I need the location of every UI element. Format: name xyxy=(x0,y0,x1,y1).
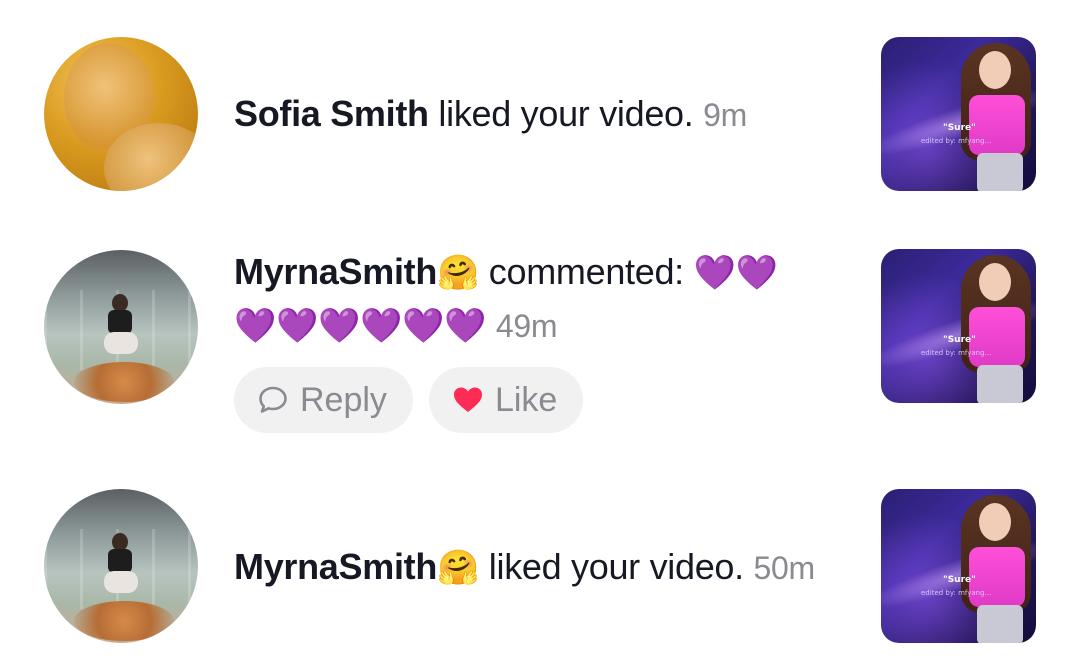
like-button[interactable]: Like xyxy=(428,367,584,433)
video-thumbnail[interactable]: "Sure" edited by: mfyang... xyxy=(881,249,1036,403)
comment-actions: Reply Like xyxy=(234,367,584,433)
reply-label: Reply xyxy=(300,380,387,419)
avatar-legs xyxy=(104,332,138,354)
timestamp: 49m xyxy=(495,308,558,344)
action-text: commented: xyxy=(488,251,684,292)
avatar[interactable] xyxy=(44,250,198,404)
reply-button[interactable]: Reply xyxy=(234,367,413,433)
thumbnail-pants xyxy=(977,153,1023,191)
thumbnail-face xyxy=(979,263,1011,301)
avatar-person xyxy=(100,294,140,364)
comment-text-continued: 💜💜💜💜💜💜 xyxy=(234,306,487,346)
thumbnail-credit: edited by: mfyang... xyxy=(921,137,992,145)
thumbnail-caption: "Sure" xyxy=(943,335,976,345)
avatar[interactable] xyxy=(44,489,198,643)
avatar-rug xyxy=(74,362,174,402)
video-thumbnail[interactable]: "Sure" edited by: mfyang... xyxy=(881,37,1036,191)
action-text: liked your video. xyxy=(438,93,694,134)
avatar[interactable] xyxy=(44,37,198,191)
hug-emoji-icon: 🤗 xyxy=(437,253,480,293)
avatar-rug xyxy=(74,601,174,641)
thumbnail-pants xyxy=(977,365,1023,403)
like-label: Like xyxy=(494,380,558,419)
thumbnail-credit: edited by: mfyang... xyxy=(921,589,992,597)
notification-text: MyrnaSmith🤗 commented: 💜💜 💜💜💜💜💜💜 49m xyxy=(234,246,778,352)
username[interactable]: MyrnaSmith xyxy=(234,546,437,587)
comment-line-2: 💜💜💜💜💜💜 49m xyxy=(234,299,778,352)
thumbnail-top xyxy=(969,95,1025,155)
heart-icon xyxy=(451,383,485,417)
notification-text: Sofia Smith liked your video. 9m xyxy=(234,88,747,141)
notification-text: MyrnaSmith🤗 liked your video. 50m xyxy=(234,541,815,594)
timestamp: 9m xyxy=(703,97,748,133)
username[interactable]: MyrnaSmith xyxy=(234,251,437,292)
avatar-person xyxy=(100,533,140,603)
thumbnail-caption: "Sure" xyxy=(943,575,976,585)
comment-bubble-icon xyxy=(256,383,290,417)
thumbnail-credit: edited by: mfyang... xyxy=(921,349,992,357)
timestamp: 50m xyxy=(753,550,816,586)
username[interactable]: Sofia Smith xyxy=(234,93,429,134)
thumbnail-face xyxy=(979,503,1011,541)
hug-emoji-icon: 🤗 xyxy=(437,548,480,588)
comment-line-1: MyrnaSmith🤗 commented: 💜💜 xyxy=(234,246,778,299)
thumbnail-pants xyxy=(977,605,1023,643)
avatar-body xyxy=(108,549,132,573)
comment-text: 💜💜 xyxy=(693,253,778,293)
thumbnail-top xyxy=(969,307,1025,367)
thumbnail-top xyxy=(969,547,1025,607)
action-text: liked your video. xyxy=(488,546,744,587)
avatar-legs xyxy=(104,571,138,593)
video-thumbnail[interactable]: "Sure" edited by: mfyang... xyxy=(881,489,1036,643)
thumbnail-face xyxy=(979,51,1011,89)
avatar-body xyxy=(108,310,132,334)
thumbnail-caption: "Sure" xyxy=(943,123,976,133)
